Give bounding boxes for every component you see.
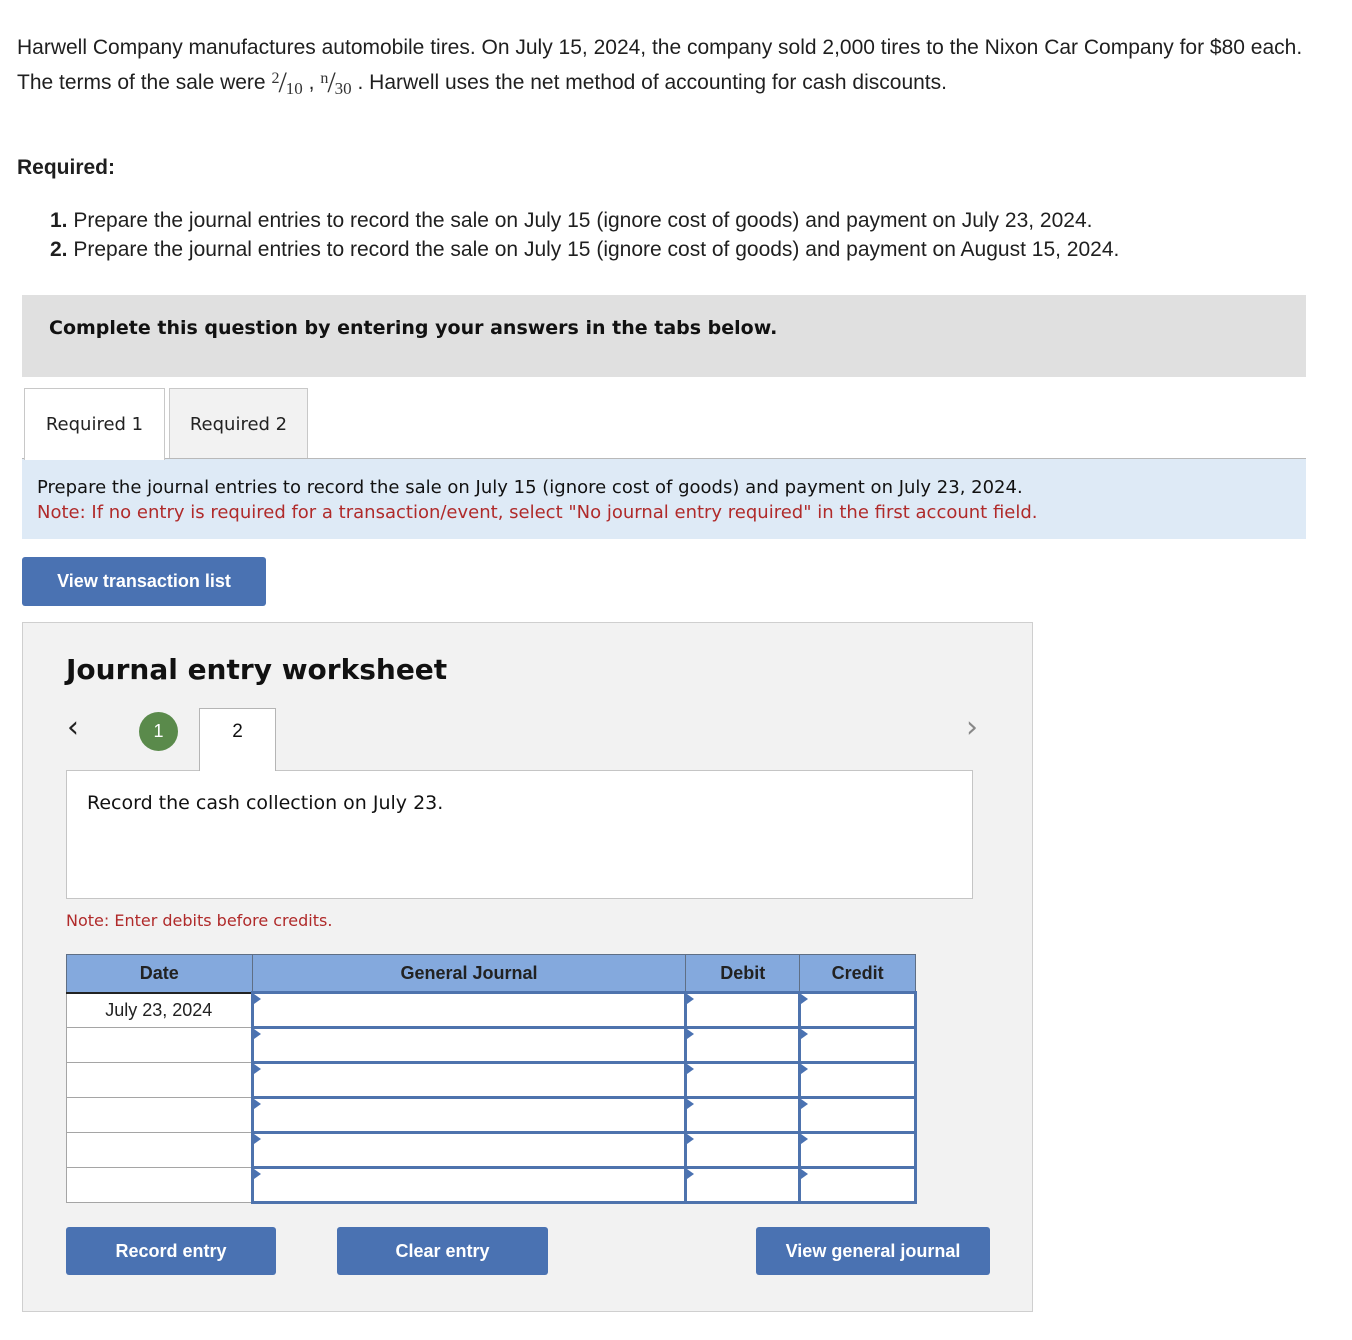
required-heading: Required: bbox=[17, 156, 116, 179]
instructions-text: Prepare the journal entries to record th… bbox=[37, 477, 1023, 498]
table-row: July 23, 2024 bbox=[66, 991, 917, 1029]
date-cell bbox=[66, 1062, 253, 1098]
date-cell bbox=[66, 1097, 253, 1133]
table-header-row: Date General Journal Debit Credit bbox=[66, 954, 916, 994]
credit-input[interactable] bbox=[801, 1099, 914, 1131]
table-row bbox=[66, 1166, 917, 1204]
debit-input[interactable] bbox=[687, 1064, 799, 1096]
terms-fraction-2: n/30 bbox=[320, 66, 352, 99]
credit-input[interactable] bbox=[801, 1134, 914, 1166]
header-debit: Debit bbox=[685, 954, 801, 994]
debit-input[interactable] bbox=[687, 1169, 799, 1201]
general-journal-table: Date General Journal Debit Credit July 2… bbox=[66, 954, 917, 1204]
requirement-item: 1. Prepare the journal entries to record… bbox=[50, 209, 1093, 232]
intro-text-part2: . Harwell uses the net method of account… bbox=[351, 71, 947, 94]
credit-input[interactable] bbox=[801, 1169, 914, 1201]
view-general-journal-button[interactable]: View general journal bbox=[756, 1227, 990, 1275]
banner-text: Complete this question by entering your … bbox=[49, 317, 778, 339]
clear-entry-button[interactable]: Clear entry bbox=[337, 1227, 548, 1275]
account-select[interactable] bbox=[253, 994, 685, 1026]
header-credit: Credit bbox=[799, 954, 916, 994]
requirements-list: 1. Prepare the journal entries to record… bbox=[50, 206, 1119, 264]
requirement-item: 2. Prepare the journal entries to record… bbox=[50, 238, 1120, 261]
worksheet-title: Journal entry worksheet bbox=[66, 653, 448, 686]
credit-input[interactable] bbox=[801, 1029, 914, 1061]
table-row bbox=[66, 1096, 917, 1134]
problem-intro: Harwell Company manufactures automobile … bbox=[17, 36, 1303, 99]
header-general-journal: General Journal bbox=[251, 954, 687, 994]
tab-required-2[interactable]: Required 2 bbox=[169, 388, 308, 459]
credit-input[interactable] bbox=[801, 994, 914, 1026]
chevron-left-icon[interactable]: ‹ bbox=[67, 713, 79, 743]
chevron-right-icon[interactable]: › bbox=[966, 713, 978, 743]
account-select[interactable] bbox=[253, 1064, 685, 1096]
account-select[interactable] bbox=[253, 1169, 685, 1201]
debit-input[interactable] bbox=[687, 1099, 799, 1131]
tab-required-1[interactable]: Required 1 bbox=[24, 388, 165, 460]
view-transaction-list-button[interactable]: View transaction list bbox=[22, 557, 266, 606]
header-date: Date bbox=[66, 954, 253, 994]
account-select[interactable] bbox=[253, 1134, 685, 1166]
credit-input[interactable] bbox=[801, 1064, 914, 1096]
instructions-panel: Prepare the journal entries to record th… bbox=[22, 459, 1306, 539]
date-cell bbox=[66, 1167, 253, 1203]
table-row bbox=[66, 1061, 917, 1099]
journal-entry-worksheet: Journal entry worksheet ‹ 1 2 › Record t… bbox=[22, 622, 1033, 1312]
table-row bbox=[66, 1026, 917, 1064]
complete-question-banner: Complete this question by entering your … bbox=[22, 295, 1306, 377]
step-2-current[interactable]: 2 bbox=[199, 708, 276, 771]
debit-input[interactable] bbox=[687, 994, 799, 1026]
description-text: Record the cash collection on July 23. bbox=[87, 792, 444, 814]
date-cell: July 23, 2024 bbox=[66, 992, 253, 1028]
table-row bbox=[66, 1131, 917, 1169]
transaction-description: Record the cash collection on July 23. bbox=[66, 770, 973, 899]
date-cell bbox=[66, 1027, 253, 1063]
step-1-completed[interactable]: 1 bbox=[139, 712, 178, 751]
account-select[interactable] bbox=[253, 1099, 685, 1131]
record-entry-button[interactable]: Record entry bbox=[66, 1227, 276, 1275]
date-cell bbox=[66, 1132, 253, 1168]
debit-credit-note: Note: Enter debits before credits. bbox=[66, 911, 333, 930]
terms-fraction-1: 2/10 bbox=[271, 66, 303, 99]
debit-input[interactable] bbox=[687, 1029, 799, 1061]
account-select[interactable] bbox=[253, 1029, 685, 1061]
debit-input[interactable] bbox=[687, 1134, 799, 1166]
instructions-note: Note: If no entry is required for a tran… bbox=[37, 502, 1038, 523]
